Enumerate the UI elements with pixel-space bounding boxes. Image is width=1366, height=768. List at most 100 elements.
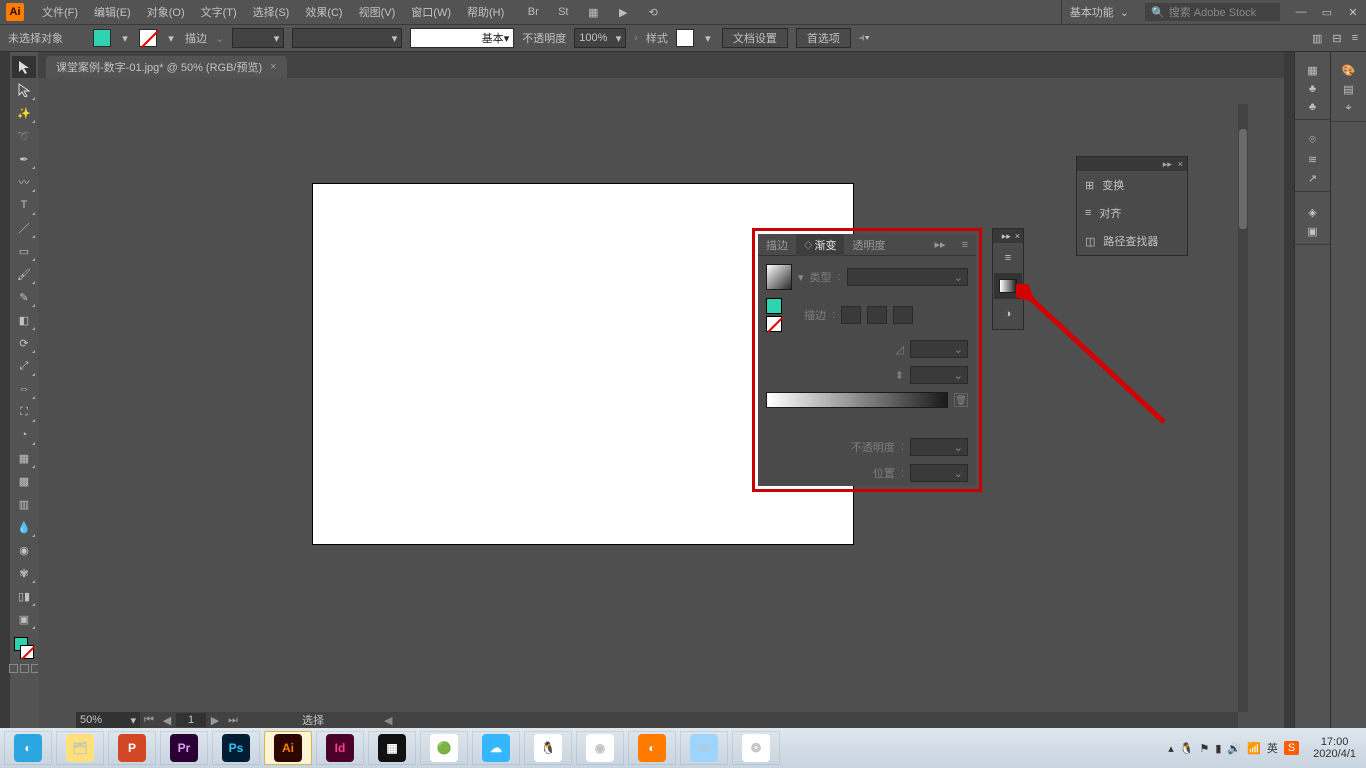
fill-swatch[interactable]: [93, 29, 111, 47]
css-icon[interactable]: ⌖: [1345, 102, 1351, 115]
zoom-dropdown[interactable]: 50%▾: [76, 712, 140, 728]
menu-window[interactable]: 窗口(W): [403, 4, 459, 20]
draw-modes[interactable]: [9, 664, 40, 673]
gradient-ramp[interactable]: [766, 392, 948, 408]
transform-icon[interactable]: ⊟: [1332, 32, 1341, 45]
arrange-icon[interactable]: ▦: [584, 5, 602, 19]
tray-sogou-icon[interactable]: S: [1284, 741, 1299, 755]
window-close[interactable]: ✕: [1340, 0, 1366, 24]
lasso-tool[interactable]: ➰: [12, 125, 36, 147]
page-input[interactable]: 1: [176, 713, 206, 727]
fill-stroke-control[interactable]: [12, 635, 36, 661]
taskbar-explorer[interactable]: 🗂: [56, 731, 104, 765]
gradient-panel-button[interactable]: [994, 273, 1022, 299]
panel-align[interactable]: ≡对齐: [1077, 199, 1187, 227]
stop-opacity-input[interactable]: ⌄: [910, 438, 968, 456]
stroke-mode-1[interactable]: [841, 306, 861, 324]
color-guide-icon[interactable]: ♣: [1309, 83, 1316, 95]
perspective-grid-tool[interactable]: ▦: [12, 447, 36, 469]
rectangle-tool[interactable]: ▭: [12, 240, 36, 262]
paintbrush-tool[interactable]: 🖌: [12, 263, 36, 285]
first-page-button[interactable]: ⏮: [140, 712, 158, 728]
column-graph-tool[interactable]: ▯▮: [12, 585, 36, 607]
next-page-button[interactable]: ▶: [206, 712, 224, 728]
tab-gradient[interactable]: ◇渐变: [796, 234, 844, 256]
direct-selection-tool[interactable]: [12, 79, 36, 101]
taskbar-illustrator[interactable]: Ai: [264, 731, 312, 765]
left-gutter[interactable]: [0, 52, 10, 728]
taskbar-app[interactable]: ◐: [4, 731, 52, 765]
tray-flag-icon[interactable]: ⚑: [1199, 742, 1209, 755]
cc-libraries-icon[interactable]: ⌾: [1309, 134, 1316, 147]
menu-type[interactable]: 文字(T): [193, 4, 245, 20]
mini-fill-swatch[interactable]: [766, 298, 782, 314]
fill-dropdown[interactable]: ▾: [119, 32, 131, 45]
width-tool[interactable]: ⇔: [12, 378, 36, 400]
gpu-icon[interactable]: ▶: [614, 5, 632, 19]
menu-file[interactable]: 文件(F): [34, 4, 86, 20]
taskbar-notes[interactable]: ▱: [680, 731, 728, 765]
align-icon[interactable]: ⫞▾: [859, 32, 870, 45]
stock-icon[interactable]: St: [554, 5, 572, 19]
artboards-icon[interactable]: ▣: [1307, 225, 1317, 238]
tab-transparency[interactable]: 透明度: [844, 234, 893, 256]
collapse-icon[interactable]: ▸▸: [1163, 159, 1172, 170]
taskbar-sogou[interactable]: ❂: [732, 731, 780, 765]
taskbar-indesign[interactable]: Id: [316, 731, 364, 765]
bridge-icon[interactable]: Br: [524, 5, 542, 19]
scrollbar-thumb[interactable]: [1239, 129, 1247, 229]
menu-view[interactable]: 视图(V): [351, 4, 404, 20]
panel-menu-icon[interactable]: ≡: [954, 234, 976, 256]
taskbar-premiere[interactable]: Pr: [160, 731, 208, 765]
taskbar-photoshop[interactable]: Ps: [212, 731, 260, 765]
gradient-type-dropdown[interactable]: ⌄: [847, 268, 968, 286]
stroke-mode-2[interactable]: [867, 306, 887, 324]
delete-stop-icon[interactable]: 🗑: [954, 393, 968, 407]
canvas[interactable]: ▸▸× ⊞变换 ≡对齐 ◫路径查找器: [38, 78, 1284, 728]
brushes-icon[interactable]: ≋: [1308, 153, 1317, 166]
collapse-icon[interactable]: ▸▸: [1002, 231, 1011, 242]
asset-icon[interactable]: ▤: [1343, 83, 1353, 96]
line-tool[interactable]: ／: [12, 217, 36, 239]
properties-icon[interactable]: 🎨: [1342, 64, 1356, 77]
last-page-button[interactable]: ⏭: [224, 712, 242, 728]
symbol-sprayer-tool[interactable]: ✾: [12, 562, 36, 584]
document-setup-button[interactable]: 文档设置: [722, 28, 788, 48]
style-swatch[interactable]: [676, 29, 694, 47]
document-tab[interactable]: 课堂案例-数字-01.jpg* @ 50% (RGB/预览) ×: [46, 56, 287, 78]
aspect-input[interactable]: ⌄: [910, 366, 968, 384]
style-dropdown[interactable]: ▾: [702, 32, 714, 45]
panel-expand-icon[interactable]: ▸▸: [927, 234, 954, 256]
taskbar-baidu[interactable]: ☁: [472, 731, 520, 765]
eyedropper-tool[interactable]: 💧: [12, 516, 36, 538]
panel-transform[interactable]: ⊞变换: [1077, 171, 1187, 199]
taskbar-powerpoint[interactable]: P: [108, 731, 156, 765]
snap-icon[interactable]: ▥: [1312, 32, 1322, 45]
tray-volume-icon[interactable]: 🔊: [1227, 742, 1241, 755]
shape-builder-tool[interactable]: ◔: [12, 424, 36, 446]
opacity-input[interactable]: 100%▾: [574, 28, 626, 48]
window-restore[interactable]: ▭: [1314, 0, 1340, 24]
pen-tool[interactable]: ✒: [12, 148, 36, 170]
mesh-tool[interactable]: ▩: [12, 470, 36, 492]
scale-tool[interactable]: ⤢: [12, 355, 36, 377]
tray-ime-icon[interactable]: 英: [1267, 740, 1278, 756]
stroke-weight-input[interactable]: ▾: [232, 28, 284, 48]
workspace-switcher[interactable]: 基本功能 ⌄: [1061, 0, 1137, 24]
rotate-tool[interactable]: ⟳: [12, 332, 36, 354]
hscroll-start-icon[interactable]: ◀: [384, 714, 392, 727]
stroke-panel-button[interactable]: ≡: [994, 245, 1022, 271]
gradient-preview[interactable]: [766, 264, 792, 290]
tray-network-icon[interactable]: 📶: [1247, 742, 1261, 755]
menu-edit[interactable]: 编辑(E): [86, 4, 139, 20]
color-panel-icon[interactable]: ▦: [1307, 64, 1317, 77]
menu-help[interactable]: 帮助(H): [459, 4, 512, 20]
taskbar-media[interactable]: ▦: [368, 731, 416, 765]
preferences-button[interactable]: 首选项: [796, 28, 851, 48]
taskbar-chrome[interactable]: ◉: [576, 731, 624, 765]
vertical-scrollbar[interactable]: [1238, 104, 1248, 712]
selection-tool[interactable]: [12, 56, 36, 78]
type-tool[interactable]: T: [12, 194, 36, 216]
tray-clock[interactable]: 17:00 2020/4/1: [1313, 736, 1356, 760]
brush-dropdown[interactable]: 基本▾: [410, 28, 514, 48]
